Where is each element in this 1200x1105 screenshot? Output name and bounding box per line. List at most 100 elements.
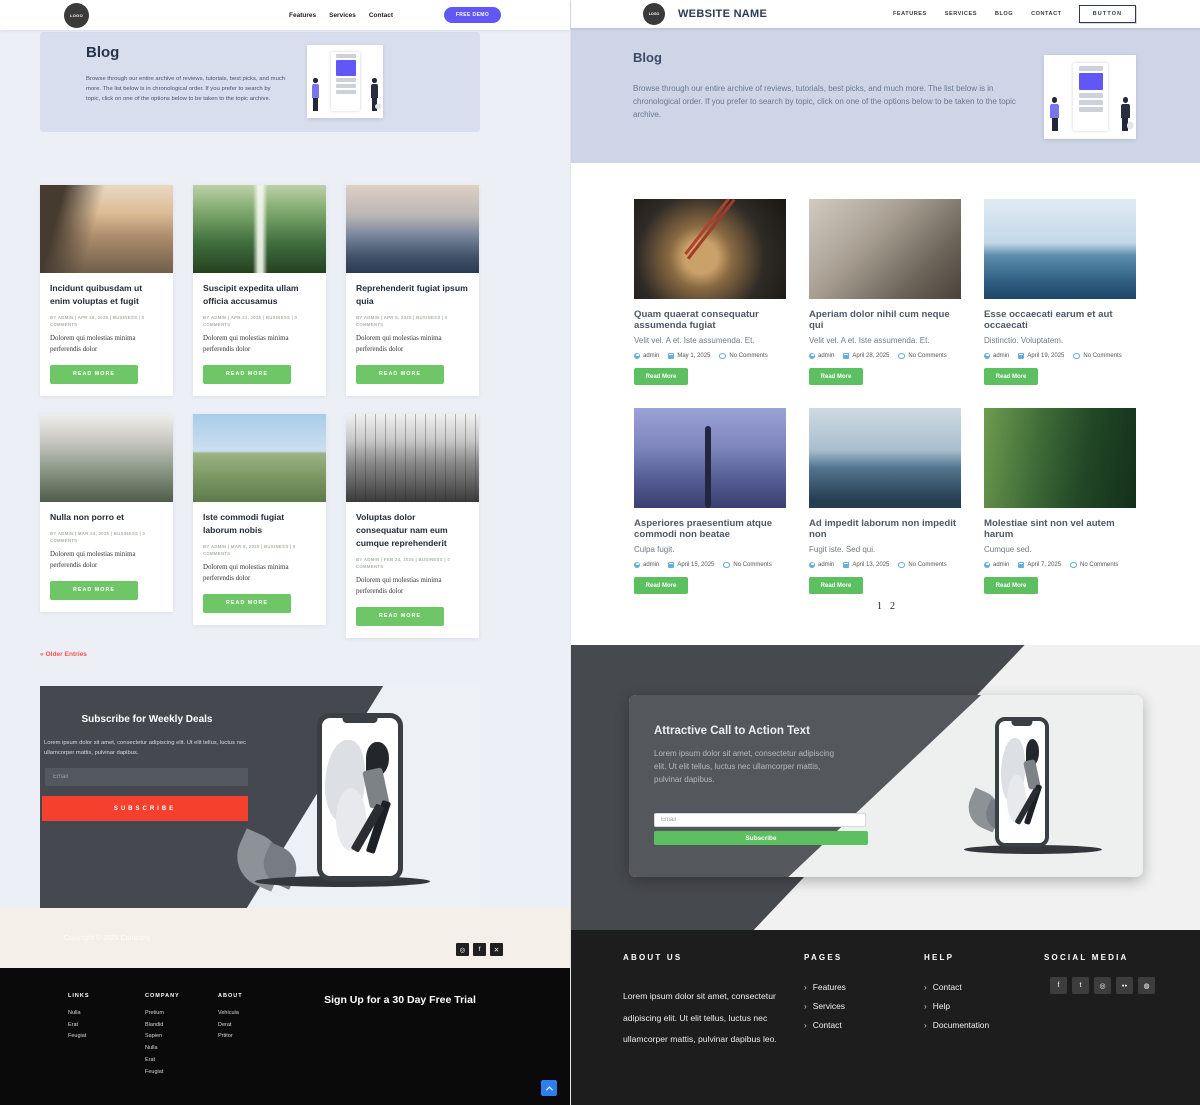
post-thumbnail[interactable] — [634, 199, 786, 299]
read-more-button[interactable]: Read More — [809, 577, 863, 594]
post-thumbnail[interactable] — [40, 185, 173, 273]
read-more-button[interactable]: READ MORE — [356, 607, 444, 626]
site-name[interactable]: WEBSITE NAME — [678, 8, 767, 20]
post-thumbnail[interactable] — [40, 414, 173, 502]
post-title[interactable]: Aperiam dolor nihil cum neque qui — [809, 309, 961, 331]
footer-link[interactable]: Vehicula — [218, 1008, 243, 1020]
older-entries-link[interactable]: « Older Entries — [40, 651, 87, 658]
footer-link[interactable]: Services — [804, 997, 846, 1016]
read-more-button[interactable]: READ MORE — [356, 365, 444, 384]
post-title[interactable]: Voluptas dolor consequatur nam eum cumqu… — [356, 511, 469, 550]
pagination-page-1[interactable]: 1 — [877, 601, 882, 612]
facebook-icon[interactable]: f — [473, 943, 486, 956]
post-title[interactable]: Nulla non porro et — [50, 511, 163, 524]
nav-blog[interactable]: BLOG — [995, 11, 1013, 17]
read-more-button[interactable]: Read More — [984, 368, 1038, 385]
post-thumbnail[interactable] — [193, 185, 326, 273]
post-title[interactable]: Asperiores praesentium atque commodi non… — [634, 518, 786, 540]
footer-link[interactable]: Prtitor — [218, 1031, 243, 1043]
footer-link[interactable]: Pretium — [145, 1008, 180, 1020]
read-more-button[interactable]: Read More — [809, 368, 863, 385]
footer-link[interactable]: Derat — [218, 1020, 243, 1032]
read-more-button[interactable]: Read More — [634, 577, 688, 594]
x-icon[interactable]: ✕ — [490, 943, 503, 956]
footer-column-company: COMPANY Pretium Blandid Sapien Nulla Era… — [145, 993, 180, 1078]
author-name[interactable]: admin — [643, 562, 659, 568]
read-more-button[interactable]: READ MORE — [50, 365, 138, 384]
post-thumbnail[interactable] — [809, 199, 961, 299]
comments-count[interactable]: No Comments — [1080, 562, 1118, 568]
post-meta: admin April 13, 2025 No Comments — [809, 562, 961, 568]
nav-features[interactable]: Features — [289, 12, 316, 19]
read-more-button[interactable]: READ MORE — [203, 365, 291, 384]
post-title[interactable]: Molestiae sint non vel autem harum — [984, 518, 1136, 540]
post-title[interactable]: Suscipit expedita ullam officia accusamu… — [203, 282, 316, 308]
comments-count[interactable]: No Comments — [733, 562, 771, 568]
flickr-icon[interactable]: ●● — [1116, 977, 1133, 994]
read-more-button[interactable]: READ MORE — [50, 581, 138, 600]
post-title[interactable]: Incidunt quibusdam ut enim voluptas et f… — [50, 282, 163, 308]
email-field[interactable] — [654, 813, 866, 827]
header-button[interactable]: BUTTON — [1079, 5, 1136, 23]
footer-link[interactable]: Feugiat — [145, 1067, 180, 1079]
post-title[interactable]: Iste commodi fugiat laborum nobis — [203, 511, 316, 537]
logo[interactable]: LOGO — [64, 3, 89, 28]
nav-services[interactable]: Services — [329, 12, 356, 19]
post-title[interactable]: Esse occaecati earum et aut occaecati — [984, 309, 1136, 331]
author-name[interactable]: admin — [993, 353, 1009, 359]
post-thumbnail[interactable] — [193, 414, 326, 502]
500px-icon[interactable]: ◍ — [1138, 977, 1155, 994]
post-thumbnail[interactable] — [984, 408, 1136, 508]
post-thumbnail[interactable] — [346, 414, 479, 502]
author-name[interactable]: admin — [818, 562, 834, 568]
pagination-page-2[interactable]: 2 — [890, 601, 895, 612]
post-thumbnail[interactable] — [346, 185, 479, 273]
page-title: Blog — [86, 44, 119, 61]
nav-contact[interactable]: CONTACT — [1031, 11, 1061, 17]
footer-link[interactable]: Documentation — [924, 1016, 989, 1035]
footer-link[interactable]: Nulla — [68, 1008, 90, 1020]
post-title[interactable]: Reprehenderit fugiat ipsum quia — [356, 282, 469, 308]
post-title[interactable]: Ad impedit laborum non impedit non — [809, 518, 961, 540]
footer-link[interactable]: Sapien — [145, 1031, 180, 1043]
facebook-icon[interactable]: f — [1050, 977, 1067, 994]
free-demo-button[interactable]: FREE DEMO — [444, 7, 501, 23]
post-thumbnail[interactable] — [984, 199, 1136, 299]
read-more-button[interactable]: Read More — [634, 368, 688, 385]
instagram-icon[interactable]: ◎ — [456, 943, 469, 956]
author-name[interactable]: admin — [818, 353, 834, 359]
email-field[interactable] — [45, 768, 248, 786]
author-name[interactable]: admin — [643, 353, 659, 359]
subscribe-button[interactable]: SUBSCRIBE — [42, 796, 248, 821]
scroll-to-top-button[interactable] — [541, 1080, 557, 1096]
post-card: Reprehenderit fugiat ipsum quia BY ADMIN… — [346, 185, 479, 396]
post-date: April 28, 2025 — [852, 353, 889, 359]
post-excerpt: Dolorem qui molestias minima perferendis… — [50, 550, 163, 571]
author-name[interactable]: admin — [993, 562, 1009, 568]
comments-count[interactable]: No Comments — [729, 353, 767, 359]
logo[interactable]: LOGO — [643, 3, 665, 25]
nav-services[interactable]: SERVICES — [945, 11, 977, 17]
footer-link[interactable]: Contact — [924, 978, 989, 997]
comments-count[interactable]: No Comments — [908, 562, 946, 568]
nav-features[interactable]: FEATURES — [893, 11, 927, 17]
footer-link[interactable]: Contact — [804, 1016, 846, 1035]
twitter-icon[interactable]: t — [1072, 977, 1089, 994]
post-thumbnail[interactable] — [634, 408, 786, 508]
footer-link[interactable]: Erat — [145, 1055, 180, 1067]
post-title[interactable]: Quam quaerat consequatur assumenda fugia… — [634, 309, 786, 331]
footer-link[interactable]: Features — [804, 978, 846, 997]
subscribe-button[interactable]: Subscribe — [654, 831, 868, 845]
footer-link[interactable]: Blandid — [145, 1020, 180, 1032]
footer-link[interactable]: Erat — [68, 1020, 90, 1032]
comments-count[interactable]: No Comments — [908, 353, 946, 359]
read-more-button[interactable]: Read More — [984, 577, 1038, 594]
footer-link[interactable]: Help — [924, 997, 989, 1016]
footer-link[interactable]: Feugiat — [68, 1031, 90, 1043]
footer-link[interactable]: Nulla — [145, 1043, 180, 1055]
nav-contact[interactable]: Contact — [369, 12, 393, 19]
instagram-icon[interactable]: ◎ — [1094, 977, 1111, 994]
comments-count[interactable]: No Comments — [1083, 353, 1121, 359]
post-thumbnail[interactable] — [809, 408, 961, 508]
read-more-button[interactable]: READ MORE — [203, 594, 291, 613]
